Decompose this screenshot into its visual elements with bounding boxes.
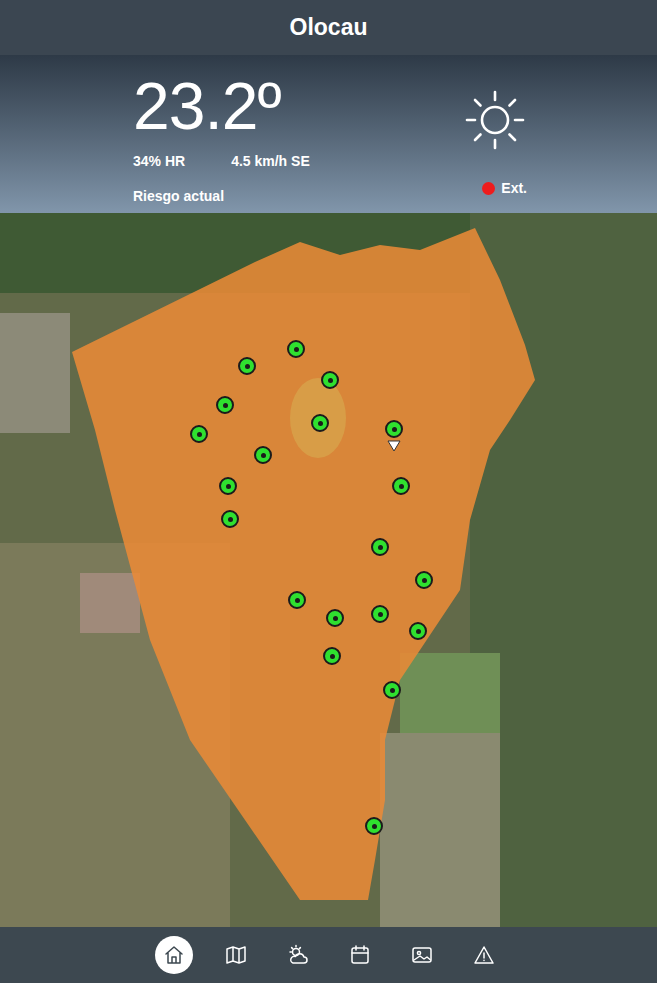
station-pin[interactable] (287, 340, 305, 358)
station-pin[interactable] (365, 817, 383, 835)
station-pin[interactable] (221, 510, 239, 528)
pin-center (318, 421, 323, 426)
pin-center (333, 616, 338, 621)
station-pin[interactable] (311, 414, 329, 432)
station-pin[interactable] (392, 477, 410, 495)
pin-center (390, 688, 395, 693)
wind: 4.5 km/h SE (231, 151, 310, 172)
sun-icon (463, 88, 527, 152)
nav-button[interactable] (465, 936, 503, 974)
nav-item[interactable] (143, 927, 205, 983)
humidity: 34% HR (133, 151, 185, 172)
nav-item[interactable] (267, 927, 329, 983)
station-pin[interactable] (326, 609, 344, 627)
pin-center (378, 545, 383, 550)
pin-center (330, 654, 335, 659)
nav-button[interactable] (155, 936, 193, 974)
station-pin[interactable] (238, 357, 256, 375)
station-pin[interactable] (288, 591, 306, 609)
pin-center (392, 427, 397, 432)
weather-icon (286, 943, 310, 967)
pin-center (228, 517, 233, 522)
station-pin[interactable] (409, 622, 427, 640)
home-icon (162, 943, 186, 967)
map-icon (224, 943, 248, 967)
nav-button[interactable] (403, 936, 441, 974)
location-marker-icon (387, 440, 401, 452)
pin-center (328, 378, 333, 383)
page-title: Olocau (290, 10, 368, 45)
gallery-icon (410, 943, 434, 967)
station-pin[interactable] (371, 538, 389, 556)
pin-center (294, 347, 299, 352)
station-pin[interactable] (385, 420, 403, 438)
pin-center (378, 612, 383, 617)
station-pin[interactable] (371, 605, 389, 623)
nav-button[interactable] (217, 936, 255, 974)
nav-button[interactable] (279, 936, 317, 974)
pin-center (372, 824, 377, 829)
station-pin[interactable] (321, 371, 339, 389)
alert-icon (472, 943, 496, 967)
pin-center (295, 598, 300, 603)
station-pin[interactable] (323, 647, 341, 665)
nav-button[interactable] (341, 936, 379, 974)
calendar-icon (348, 943, 372, 967)
pin-center (197, 432, 202, 437)
station-pin[interactable] (415, 571, 433, 589)
weather-panel: 23.2º 34% HR 4.5 km/h SE Riesgo actual E… (0, 55, 657, 213)
pin-center (399, 484, 404, 489)
station-pin[interactable] (254, 446, 272, 464)
pin-center (245, 364, 250, 369)
temperature: 23.2º (133, 73, 310, 139)
risk-dot (482, 182, 495, 195)
nav-item[interactable] (391, 927, 453, 983)
nav-item[interactable] (453, 927, 515, 983)
nav-item[interactable] (329, 927, 391, 983)
pin-center (223, 403, 228, 408)
risk-value: Ext. (501, 178, 527, 199)
map[interactable] (0, 213, 657, 927)
station-pin[interactable] (219, 477, 237, 495)
pin-center (422, 578, 427, 583)
nav-item[interactable] (205, 927, 267, 983)
station-pin[interactable] (383, 681, 401, 699)
risk-label: Riesgo actual (133, 186, 310, 207)
title-bar: Olocau (0, 0, 657, 55)
station-pin[interactable] (216, 396, 234, 414)
pin-center (226, 484, 231, 489)
station-pin[interactable] (190, 425, 208, 443)
risk-indicator: Ext. (482, 178, 527, 199)
satellite-map (0, 213, 657, 927)
bottom-nav (0, 927, 657, 983)
pin-center (416, 629, 421, 634)
pin-center (261, 453, 266, 458)
